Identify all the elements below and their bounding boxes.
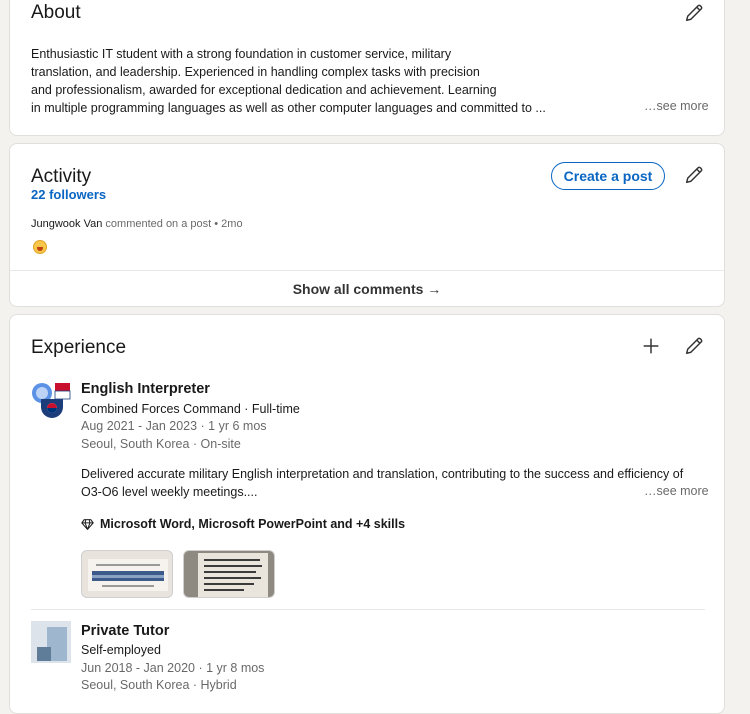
pencil-icon (685, 337, 703, 355)
divider (10, 270, 724, 271)
divider (31, 609, 705, 610)
add-experience-button[interactable] (638, 333, 664, 359)
job-description: Delivered accurate military English inte… (81, 465, 691, 501)
job-dates: Aug 2021 - Jan 2023 · 1 yr 6 mos (81, 419, 267, 433)
edit-about-button[interactable] (681, 0, 707, 26)
create-post-button[interactable]: Create a post (551, 162, 665, 190)
experience-card: Experience English Interpreter Combined … (9, 314, 725, 714)
show-all-comments-link[interactable]: Show all comments → (10, 281, 724, 297)
certificate-image (88, 559, 168, 591)
about-line: in multiple programming languages as wel… (31, 101, 546, 115)
about-summary: Enthusiastic IT student with a strong fo… (31, 45, 611, 117)
company-logo-placeholder (31, 621, 71, 663)
media-thumbnail[interactable] (81, 550, 173, 598)
media-thumbnail[interactable] (183, 550, 275, 598)
laughing-emoji-icon (33, 240, 47, 254)
edit-activity-button[interactable] (681, 162, 707, 188)
job-company: Combined Forces Command · Full-time (81, 402, 300, 416)
edit-experience-button[interactable] (681, 333, 707, 359)
followers-link[interactable]: 22 followers (31, 187, 106, 202)
job-location: Seoul, South Korea · On-site (81, 437, 241, 451)
combined-forces-command-logo (32, 383, 71, 418)
job-company: Self-employed (81, 643, 161, 657)
experience-see-more[interactable]: …see more (644, 484, 709, 498)
pencil-icon (685, 166, 703, 184)
post-author: Jungwook Van (31, 218, 103, 230)
pencil-icon (685, 4, 703, 22)
job-location: Seoul, South Korea · Hybrid (81, 678, 237, 692)
description-line: Delivered accurate military English inte… (81, 467, 684, 481)
activity-title: Activity (31, 166, 92, 187)
activity-post-line[interactable]: Jungwook Van commented on a post • 2mo (31, 218, 243, 230)
document-image (184, 551, 274, 597)
about-title: About (31, 2, 81, 23)
job-dates: Jun 2018 - Jan 2020 · 1 yr 8 mos (81, 661, 265, 675)
experience-title: Experience (31, 337, 127, 358)
about-card: About Enthusiastic IT student with a str… (9, 0, 725, 136)
diamond-icon (81, 518, 94, 530)
job-title[interactable]: English Interpreter (81, 381, 210, 397)
skills-text: Microsoft Word, Microsoft PowerPoint and… (100, 517, 406, 531)
about-line: and professionalism, awarded for excepti… (31, 83, 497, 97)
about-line: translation, and leadership. Experienced… (31, 65, 480, 79)
activity-card: Activity 22 followers Create a post Jung… (9, 143, 725, 307)
description-line: O3-O6 level weekly meetings.... (81, 485, 258, 499)
skills-line[interactable]: Microsoft Word, Microsoft PowerPoint and… (81, 517, 405, 531)
about-line: Enthusiastic IT student with a strong fo… (31, 47, 452, 61)
about-see-more[interactable]: …see more (644, 99, 709, 113)
post-meta: commented on a post • 2mo (102, 218, 243, 230)
plus-icon (643, 338, 659, 354)
job-title[interactable]: Private Tutor (81, 623, 169, 639)
